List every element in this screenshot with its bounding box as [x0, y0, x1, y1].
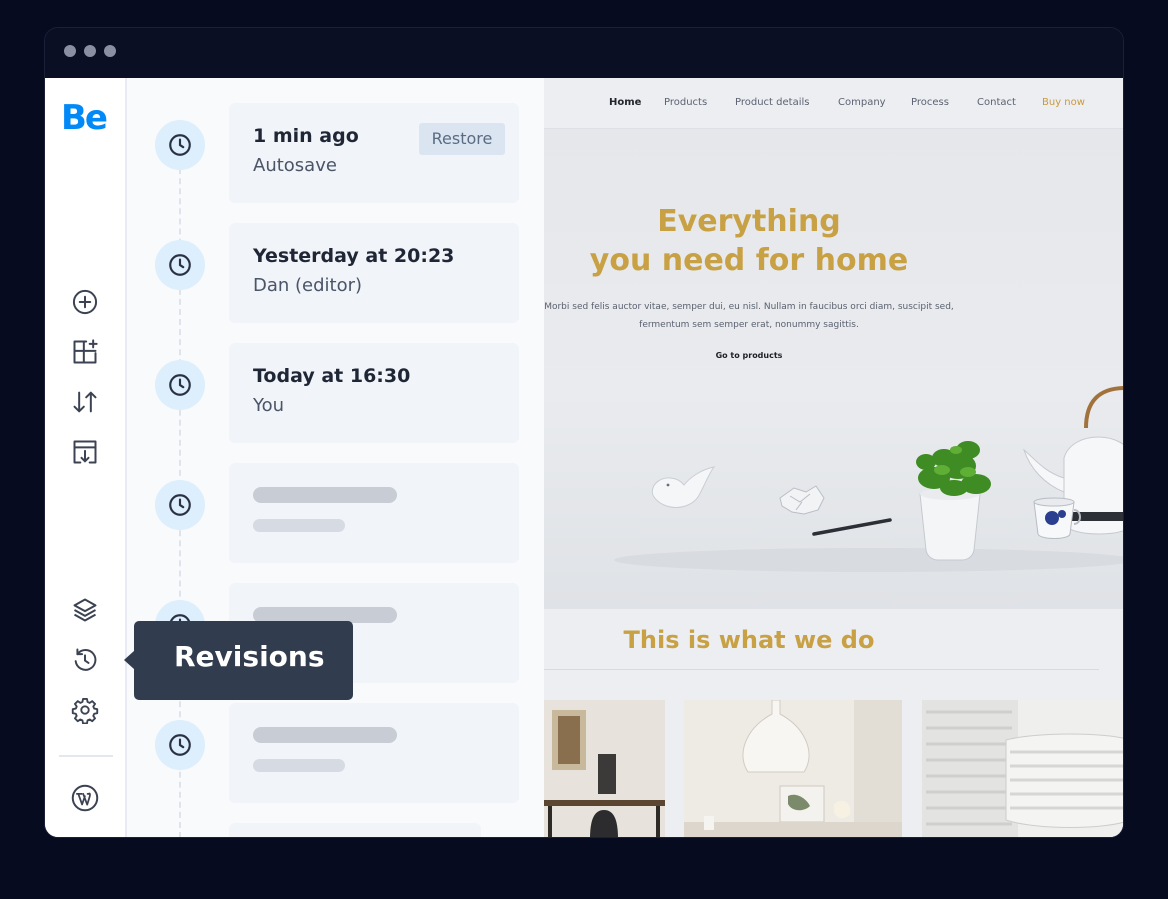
wordpress-icon	[71, 784, 99, 812]
plus-circle-icon	[72, 289, 98, 315]
import-button[interactable]	[71, 438, 99, 466]
hero-text-line: Morbi sed felis auctor vitae, semper dui…	[544, 302, 954, 312]
revision-card-placeholder	[229, 703, 519, 803]
revision-card-placeholder	[229, 463, 519, 563]
layers-icon	[73, 598, 97, 622]
skeleton-line	[253, 487, 397, 503]
tooltip-label: Revisions	[174, 640, 325, 673]
add-element-button[interactable]	[71, 288, 99, 316]
clock-icon	[169, 254, 191, 276]
settings-button[interactable]	[71, 696, 99, 725]
nav-products[interactable]: Products	[664, 97, 707, 108]
add-section-button[interactable]	[71, 338, 99, 366]
section-title: This is what we do	[623, 626, 875, 654]
layers-button[interactable]	[71, 596, 99, 624]
nav-contact[interactable]: Contact	[977, 97, 1016, 108]
app-window: Be 1 min ago Autosave Restore Yesterday …	[44, 27, 1124, 838]
revision-title: 1 min ago	[253, 125, 359, 147]
left-toolbar: Be	[45, 78, 127, 837]
clock-icon	[169, 494, 191, 516]
revision-title: Yesterday at 20:23	[253, 245, 455, 267]
revisions-tooltip: Revisions	[124, 621, 353, 700]
thumbnail-image[interactable]	[922, 700, 1123, 837]
hero-description: Morbi sed felis auctor vitae, semper dui…	[544, 298, 954, 334]
thumbnail-lamp-image	[684, 700, 902, 837]
layout-add-icon	[73, 339, 98, 364]
thumbnail-room-image	[544, 700, 665, 837]
hero-product-image	[614, 386, 1123, 572]
window-dot[interactable]	[104, 45, 116, 57]
revision-title: Today at 16:30	[253, 365, 411, 387]
revisions-button[interactable]	[71, 646, 99, 674]
revision-card[interactable]: Yesterday at 20:23 Dan (editor)	[229, 223, 519, 323]
revisions-icon	[74, 648, 97, 671]
website-preview[interactable]: Home Products Product details Company Pr…	[544, 78, 1123, 837]
import-icon	[73, 440, 97, 464]
skeleton-line	[253, 519, 345, 532]
thumbnail-basket-image	[922, 700, 1123, 837]
thumbnail-image[interactable]	[684, 700, 902, 837]
revision-card-placeholder	[229, 823, 481, 837]
clock-icon	[169, 374, 191, 396]
revisions-panel: 1 min ago Autosave Restore Yesterday at …	[127, 78, 544, 837]
hero-title-line: you need for home	[589, 243, 909, 278]
skeleton-line	[253, 759, 345, 772]
nav-home[interactable]: Home	[609, 97, 641, 108]
window-dot[interactable]	[84, 45, 96, 57]
wordpress-button[interactable]	[71, 784, 99, 812]
revision-author: Dan (editor)	[253, 275, 363, 296]
nav-buy-now[interactable]: Buy now	[1042, 97, 1085, 108]
be-logo[interactable]: Be	[61, 98, 108, 138]
revision-clock-badge	[155, 720, 205, 770]
revision-author: You	[253, 395, 285, 416]
clock-icon	[169, 134, 191, 156]
gear-icon	[71, 697, 99, 725]
revision-clock-badge	[155, 120, 205, 170]
hero-text-line: fermentum sem semper erat, nonummy sagit…	[639, 320, 859, 330]
toolbar-divider	[59, 755, 113, 757]
revision-clock-badge	[155, 360, 205, 410]
hero-title-line: Everything	[657, 204, 841, 239]
section-divider	[544, 669, 1099, 670]
revision-author: Autosave	[253, 155, 337, 176]
revision-card[interactable]: 1 min ago Autosave Restore	[229, 103, 519, 203]
nav-company[interactable]: Company	[838, 97, 886, 108]
nav-product-details[interactable]: Product details	[735, 97, 809, 108]
revision-card[interactable]: Today at 16:30 You	[229, 343, 519, 443]
skeleton-line	[253, 727, 397, 743]
restore-button[interactable]: Restore	[419, 123, 505, 155]
arrows-up-down-icon	[73, 391, 97, 413]
thumbnail-image[interactable]	[544, 700, 665, 837]
sort-button[interactable]	[71, 388, 99, 416]
hero-title: Everything you need for home	[544, 202, 954, 280]
builder-app: Be 1 min ago Autosave Restore Yesterday …	[45, 78, 1123, 837]
nav-process[interactable]: Process	[911, 97, 949, 108]
window-dot[interactable]	[64, 45, 76, 57]
revision-clock-badge	[155, 240, 205, 290]
title-bar	[45, 28, 1123, 78]
clock-icon	[169, 734, 191, 756]
revision-clock-badge	[155, 480, 205, 530]
